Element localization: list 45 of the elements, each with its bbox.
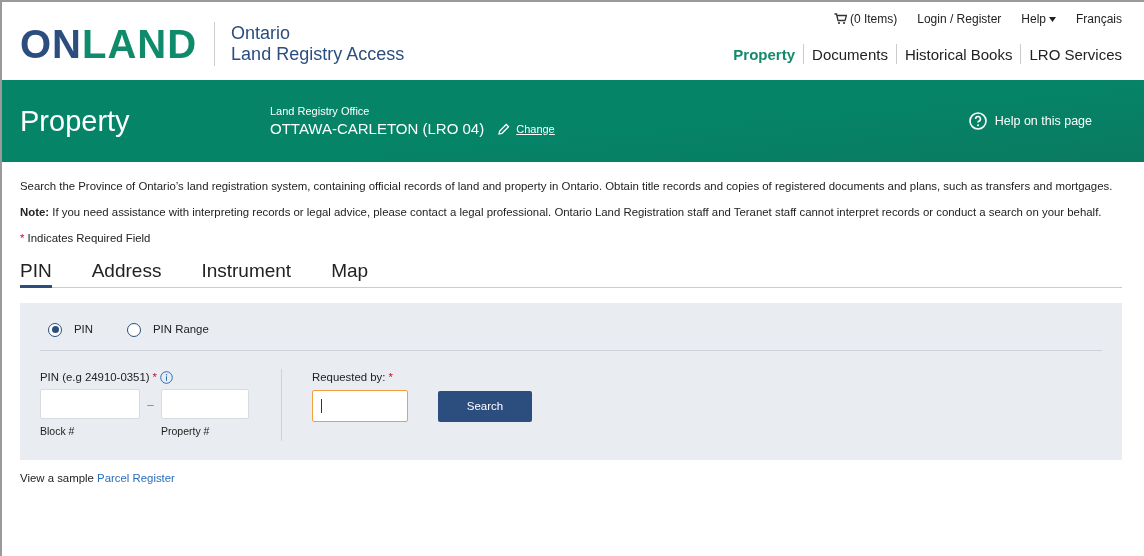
block-number-field[interactable]: [40, 389, 140, 419]
field-caption: Block #: [40, 424, 76, 439]
field-caption: Property #: [161, 424, 211, 439]
site-subtitle: Ontario: [231, 23, 292, 44]
help-icon: [968, 112, 987, 130]
separator-dash: –: [146, 397, 155, 412]
required-mark: *: [152, 370, 157, 385]
required-mark: *: [388, 370, 393, 385]
header-link[interactable]: Français: [1076, 12, 1122, 26]
radio-button[interactable]: [48, 322, 62, 337]
property-number-field[interactable]: [161, 389, 249, 419]
change-link[interactable]: Change: [516, 122, 555, 135]
help-menu[interactable]: Help: [1021, 12, 1056, 26]
radio-button[interactable]: [127, 322, 141, 337]
nav-link[interactable]: Property: [725, 45, 804, 63]
office-label: Land Registry Office: [270, 105, 371, 117]
search-tab[interactable]: Address: [91, 256, 162, 288]
radio-option[interactable]: PIN: [48, 321, 93, 338]
field-label: PIN (e.g 24910-0351): [40, 370, 150, 385]
field-label: Requested by:: [312, 370, 386, 385]
nav-link[interactable]: Documents: [804, 45, 896, 63]
help-link[interactable]: Help on this page: [968, 112, 1092, 130]
sample-text: View a sample: [20, 472, 94, 484]
search-tab[interactable]: Map: [331, 256, 369, 288]
search-tab[interactable]: Instrument: [201, 256, 292, 288]
parcel-register-link[interactable]: Parcel Register: [97, 472, 175, 484]
caret-icon: [1049, 16, 1056, 22]
info-icon[interactable]: [160, 371, 173, 384]
search-tab[interactable]: PIN: [20, 256, 52, 288]
note-paragraph: Note: If you need assistance with interpreting records or legal advice, please contact a legal professional. Ontario Land Registration staff and Teranet staff cannot interpret records or conduct a search on your behalf.: [20, 205, 1103, 220]
cart-link[interactable]: (0 Items): [833, 12, 898, 26]
radio-option[interactable]: PIN Range: [127, 321, 209, 338]
onland-logo[interactable]: ONLAND: [20, 24, 198, 64]
pencil-icon: [498, 122, 511, 135]
site-subtitle: Land Registry Access: [231, 44, 405, 65]
intro-paragraph: Search the Province of Ontario’s land registration system, containing official records of land and property in Ontario. Obtain title records and copies of registered documents and plans, such as transfers and mortgages.: [20, 179, 1114, 194]
office-name: OTTAWA-CARLETON (LRO 04): [270, 120, 485, 137]
search-button[interactable]: Search: [438, 390, 532, 422]
nav-link[interactable]: Historical Books: [896, 45, 1021, 63]
nav-link[interactable]: LRO Services: [1021, 45, 1122, 63]
page-title: Property: [20, 104, 131, 138]
requested-by-field[interactable]: [312, 390, 408, 422]
required-field-note: * Indicates Required Field: [20, 231, 152, 246]
cart-icon: [833, 13, 847, 25]
header-link[interactable]: Login / Register: [917, 12, 1002, 26]
